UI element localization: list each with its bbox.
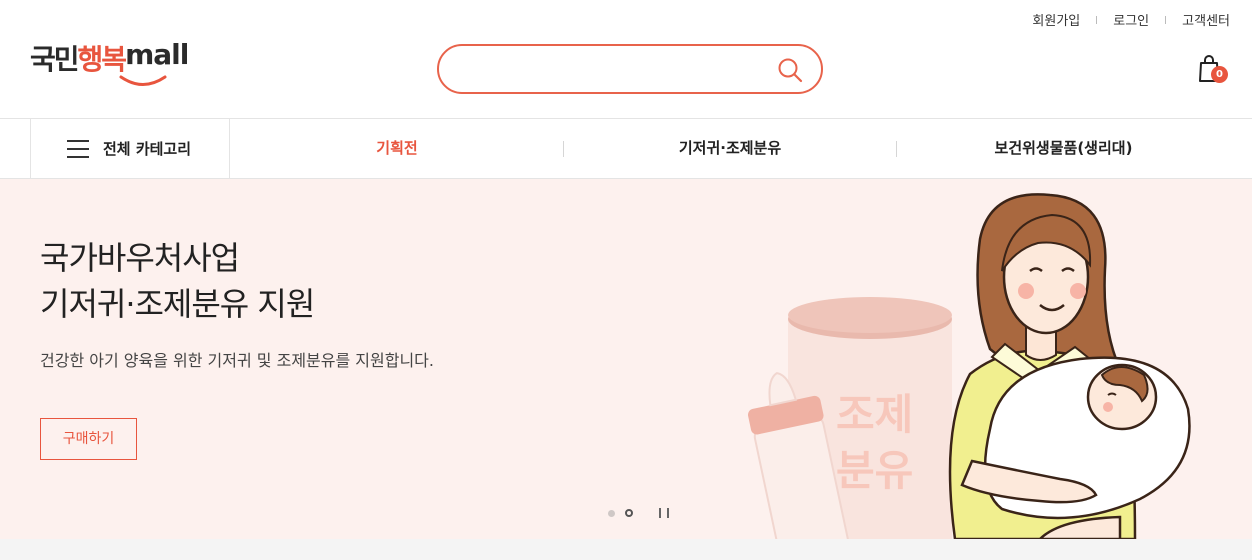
divider [1165, 15, 1167, 24]
cart-button[interactable]: 0 [1198, 54, 1230, 86]
search-input[interactable] [459, 56, 759, 82]
logo-text-2: 행복 [77, 43, 128, 76]
page-bottom-strip [0, 539, 1252, 560]
cart-count-badge: 0 [1211, 66, 1228, 83]
pause-icon[interactable] [659, 508, 669, 518]
all-categories-label: 전체 카테고리 [103, 140, 192, 158]
search-box [437, 44, 823, 94]
menu-icon [67, 139, 89, 158]
buy-button[interactable]: 구매하기 [40, 418, 137, 460]
banner-title-line1: 국가바우처사업 [40, 239, 240, 277]
banner-description: 건강한 아기 양육을 위한 기저귀 및 조제분유를 지원합니다. [40, 351, 434, 370]
search-icon[interactable] [777, 57, 803, 83]
divider [1096, 15, 1098, 24]
main-nav: 전체 카테고리 기획전 기저귀·조제분유 보건위생물품(생리대) [0, 118, 1252, 179]
hero-banner: 국가바우처사업 기저귀·조제분유 지원 건강한 아기 양육을 위한 기저귀 및 … [0, 179, 1252, 539]
all-categories-button[interactable]: 전체 카테고리 [30, 119, 230, 178]
mother-baby-illustration: 조제 분유 [747, 193, 1191, 539]
site-logo[interactable]: 국민 행복 mall [30, 38, 189, 94]
logo-text-3: mall [125, 38, 189, 71]
signup-link[interactable]: 회원가입 [1032, 10, 1080, 29]
nav-item-special[interactable]: 기획전 [232, 119, 562, 178]
customer-center-link[interactable]: 고객센터 [1182, 10, 1230, 29]
slide-indicator [608, 508, 669, 518]
can-label-line1: 조제 [836, 390, 913, 439]
can-label-line2: 분유 [836, 446, 913, 495]
site-header: 회원가입 로그인 고객센터 국민 행복 mall 0 [0, 0, 1252, 118]
login-link[interactable]: 로그인 [1113, 10, 1149, 29]
slide-dot-active[interactable] [625, 509, 633, 517]
logo-smile-icon [119, 75, 167, 86]
banner-title: 국가바우처사업 기저귀·조제분유 지원 [40, 235, 315, 327]
nav-item-diaper-formula[interactable]: 기저귀·조제분유 [564, 119, 896, 178]
banner-title-line2: 기저귀·조제분유 지원 [40, 285, 315, 323]
nav-item-hygiene[interactable]: 보건위생물품(생리대) [897, 119, 1230, 178]
logo-text-1: 국민 [30, 43, 80, 76]
top-links: 회원가입 로그인 고객센터 [1032, 10, 1230, 29]
slide-dot[interactable] [608, 509, 615, 517]
